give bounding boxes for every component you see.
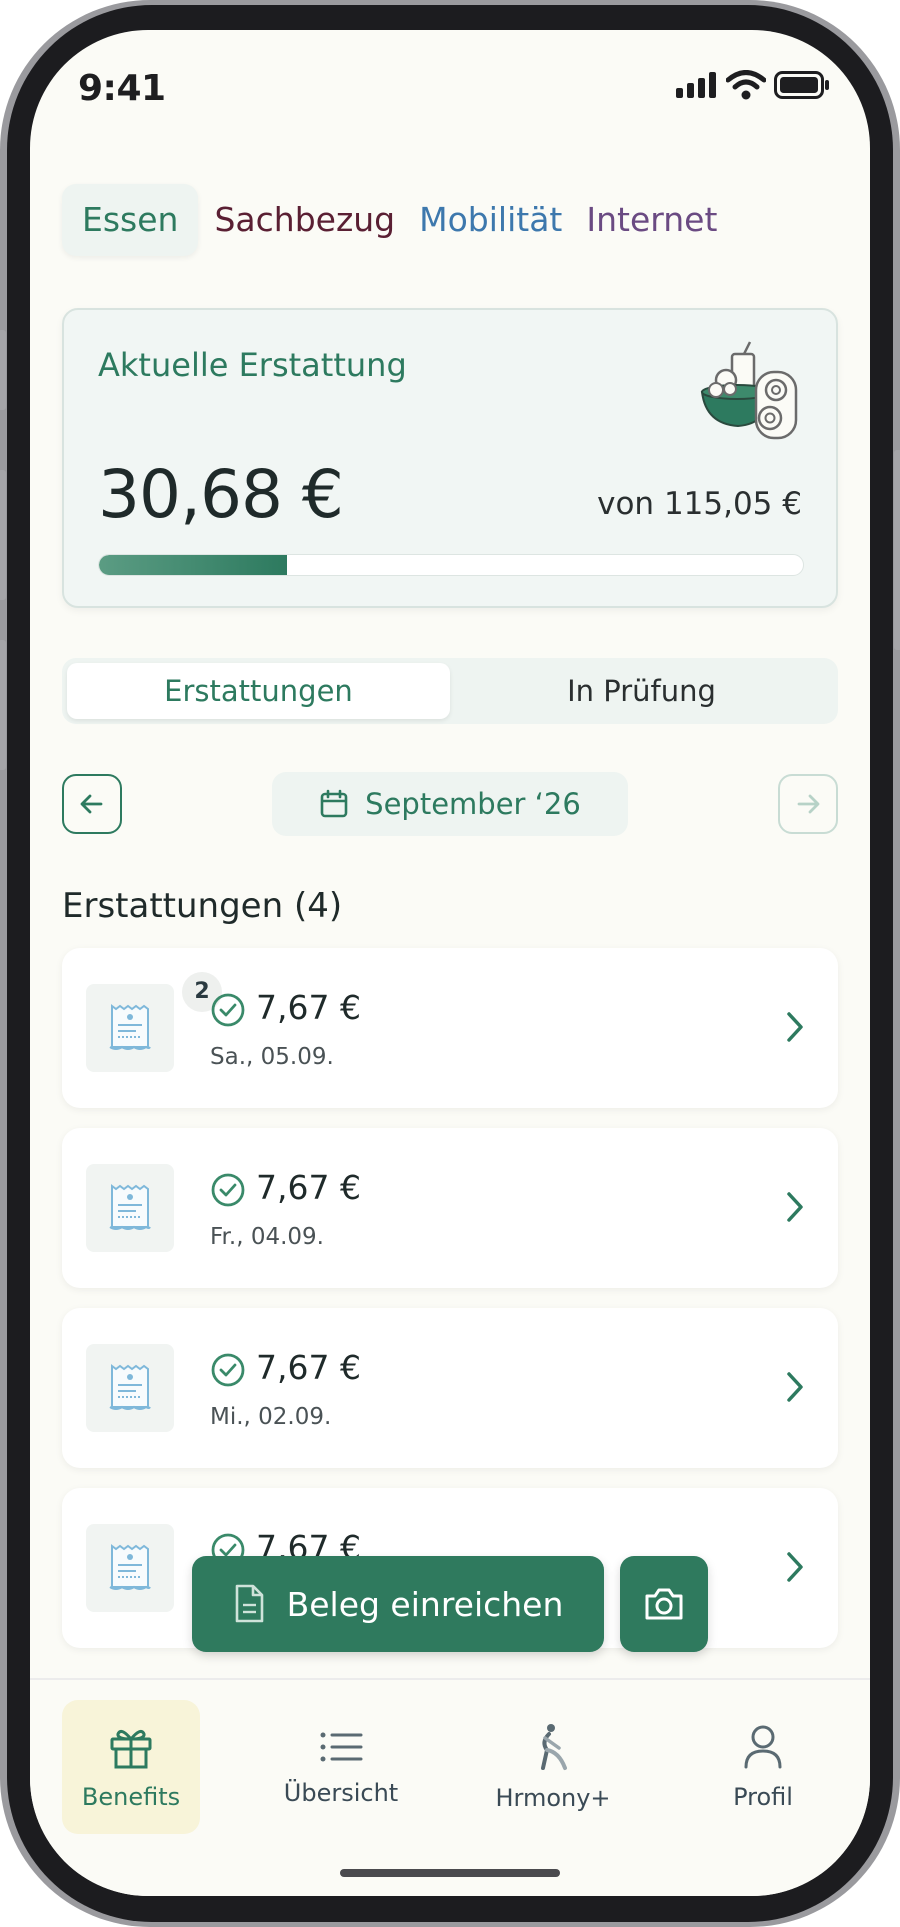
month-label: September ‘26 bbox=[365, 787, 581, 821]
current-amount: 30,68 € bbox=[98, 456, 344, 533]
receipt-thumbnail bbox=[86, 1344, 174, 1432]
tab-essen[interactable]: Essen bbox=[62, 184, 199, 256]
camera-icon bbox=[645, 1588, 683, 1620]
nav-benefits[interactable]: Benefits bbox=[62, 1700, 200, 1834]
tab-mobilitaet[interactable]: Mobilität bbox=[407, 184, 574, 256]
list-item[interactable]: 2 7,67 € Sa., 05.09. bbox=[62, 948, 838, 1108]
reimbursement-card: Aktuelle Erstattung 30,68 € von 115,05 € bbox=[62, 308, 838, 608]
receipt-thumbnail bbox=[86, 1524, 174, 1612]
item-amount: 7,67 € bbox=[256, 988, 361, 1027]
receipt-thumbnail bbox=[86, 1164, 174, 1252]
side-button bbox=[894, 450, 900, 650]
segment-in-pruefung[interactable]: In Prüfung bbox=[450, 663, 833, 719]
status-bar: 9:41 bbox=[30, 30, 870, 140]
receipt-icon bbox=[109, 1004, 151, 1050]
progress-fill bbox=[99, 555, 287, 575]
nav-label: Benefits bbox=[81, 1783, 181, 1811]
bottom-navigation: Benefits Übersicht Hrmony+ Profil bbox=[30, 1678, 870, 1896]
check-circle-icon bbox=[211, 993, 245, 1027]
card-title: Aktuelle Erstattung bbox=[98, 346, 407, 384]
check-circle-icon bbox=[211, 1353, 245, 1387]
total-amount: von 115,05 € bbox=[597, 486, 802, 522]
segmented-control: Erstattungen In Prüfung bbox=[62, 658, 838, 724]
status-icons bbox=[676, 70, 830, 100]
nav-profil[interactable]: Profil bbox=[694, 1700, 832, 1834]
chevron-right-icon bbox=[787, 1192, 803, 1222]
submit-receipt-button[interactable]: Beleg einreichen bbox=[192, 1556, 604, 1652]
submit-receipt-label: Beleg einreichen bbox=[286, 1584, 564, 1624]
previous-month-button[interactable] bbox=[62, 774, 122, 834]
side-button bbox=[0, 470, 6, 600]
item-date: Sa., 05.09. bbox=[210, 1044, 334, 1070]
segment-erstattungen[interactable]: Erstattungen bbox=[67, 663, 450, 719]
list-item[interactable]: 7,67 € Mi., 02.09. bbox=[62, 1308, 838, 1468]
chevron-right-icon bbox=[787, 1012, 803, 1042]
chevron-right-icon bbox=[787, 1372, 803, 1402]
tab-sachbezug[interactable]: Sachbezug bbox=[198, 184, 407, 256]
side-button bbox=[0, 330, 6, 410]
nav-label: Hrmony+ bbox=[495, 1784, 611, 1812]
wifi-icon bbox=[726, 70, 766, 100]
receipt-icon bbox=[109, 1364, 151, 1410]
item-amount: 7,67 € bbox=[256, 1348, 361, 1387]
status-time: 9:41 bbox=[78, 68, 166, 109]
arrow-right-icon bbox=[797, 794, 820, 814]
month-selector[interactable]: September ‘26 bbox=[272, 772, 628, 836]
item-date: Fr., 04.09. bbox=[210, 1224, 324, 1250]
arrow-left-icon bbox=[80, 794, 103, 814]
battery-icon bbox=[774, 71, 829, 99]
document-icon bbox=[235, 1584, 263, 1623]
home-indicator[interactable] bbox=[340, 1869, 560, 1877]
food-bowl-drink-icon bbox=[700, 341, 798, 440]
nav-label: Übersicht bbox=[283, 1779, 399, 1807]
item-amount: 7,67 € bbox=[256, 1168, 361, 1207]
category-tabs: Essen Sachbezug Mobilität Internet bbox=[62, 184, 737, 256]
user-icon bbox=[744, 1725, 782, 1769]
list-item[interactable]: 7,67 € Fr., 04.09. bbox=[62, 1128, 838, 1288]
receipt-icon bbox=[109, 1544, 151, 1590]
item-date: Mi., 02.09. bbox=[210, 1404, 332, 1430]
nav-label: Profil bbox=[733, 1783, 793, 1811]
nav-hrmony-plus[interactable]: Hrmony+ bbox=[484, 1700, 622, 1834]
calendar-icon bbox=[320, 789, 348, 818]
camera-button[interactable] bbox=[620, 1556, 708, 1652]
reimbursement-progress-bar bbox=[98, 554, 804, 576]
list-title: Erstattungen (4) bbox=[62, 886, 343, 926]
phone-frame: 9:41 Essen Sachbezug Mobilität Internet … bbox=[0, 0, 900, 1927]
gift-icon bbox=[110, 1729, 152, 1769]
tab-internet[interactable]: Internet bbox=[574, 184, 737, 256]
list-icon bbox=[320, 1732, 363, 1762]
hrmony-figure-icon bbox=[541, 1724, 567, 1770]
receipt-icon bbox=[109, 1184, 151, 1230]
app-screen: 9:41 Essen Sachbezug Mobilität Internet … bbox=[30, 30, 870, 1896]
chevron-right-icon bbox=[787, 1552, 803, 1582]
check-circle-icon bbox=[211, 1173, 245, 1207]
receipt-thumbnail bbox=[86, 984, 174, 1072]
signal-icon bbox=[676, 72, 716, 98]
next-month-button[interactable] bbox=[778, 774, 838, 834]
nav-uebersicht[interactable]: Übersicht bbox=[272, 1700, 410, 1834]
side-button bbox=[0, 640, 6, 770]
